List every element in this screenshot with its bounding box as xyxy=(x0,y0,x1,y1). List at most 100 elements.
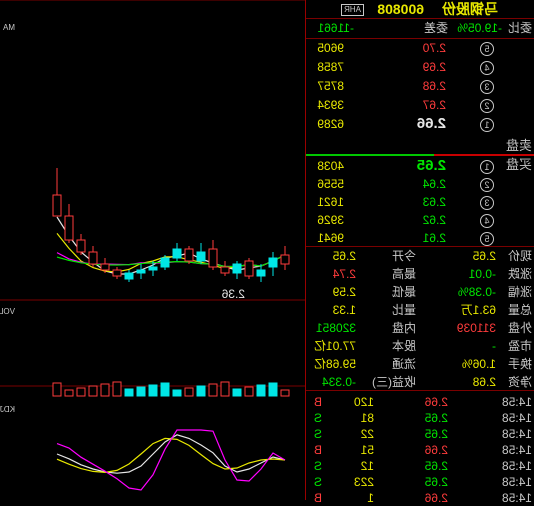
candle-body xyxy=(52,194,62,217)
low-price-label: 2.36 xyxy=(221,287,245,301)
stat-label: 涨幅 xyxy=(507,285,532,299)
buy-price[interactable]: 2.65 xyxy=(417,157,446,174)
candle-body xyxy=(208,248,218,268)
tick-time: 14:58 xyxy=(501,459,532,473)
sell-volume: 9605 xyxy=(317,41,344,55)
stock-code: 600808 xyxy=(377,1,424,17)
volume-bar xyxy=(184,387,194,397)
sell-price[interactable]: 2.70 xyxy=(423,40,446,56)
sell-price[interactable]: 2.66 xyxy=(417,115,446,132)
section-label: KDJ xyxy=(0,405,15,414)
stat-label: 收益(三) xyxy=(372,375,416,389)
candle-body xyxy=(124,272,134,280)
stat-label: 外盘 xyxy=(507,321,532,335)
sell-price[interactable]: 2.68 xyxy=(423,78,446,94)
stat-value: -0.334 xyxy=(321,375,356,389)
buy-label: 买盘 xyxy=(505,157,532,172)
stat-value: 311039 xyxy=(456,321,496,335)
candle-body xyxy=(100,263,110,271)
stat-value: 1.06% xyxy=(461,357,496,371)
candle-body xyxy=(160,257,170,268)
volume-bar xyxy=(232,388,242,397)
candle-body xyxy=(220,266,230,274)
tick-volume: 22 xyxy=(360,427,374,441)
buy-volume: 4038 xyxy=(317,159,344,173)
tick-volume: 12 xyxy=(360,459,374,473)
candle-body xyxy=(88,251,98,265)
stat-label: 量比 xyxy=(391,303,416,317)
sell-level-icon: 5 xyxy=(480,42,494,56)
weicha-value: -11661 xyxy=(317,21,354,35)
tick-price: 2.66 xyxy=(424,491,448,505)
tick-side: S xyxy=(313,411,322,425)
volume-bar xyxy=(244,386,254,397)
volume-bar xyxy=(172,389,182,397)
volume-bar xyxy=(88,385,98,397)
buy-level-icon: 1 xyxy=(480,160,494,174)
tick-price: 2.65 xyxy=(424,459,448,473)
volume-bar xyxy=(256,384,266,397)
candle-body xyxy=(76,239,86,253)
stat-value: 2.68 xyxy=(472,375,496,389)
buy-price[interactable]: 2.63 xyxy=(423,194,446,210)
volume-bar xyxy=(76,387,86,397)
sell-price[interactable]: 2.69 xyxy=(423,59,446,75)
candle-body xyxy=(232,263,242,274)
stat-label: 流通 xyxy=(391,357,416,371)
ahr-badge[interactable]: AHR xyxy=(341,4,364,16)
buy-price[interactable]: 2.64 xyxy=(423,176,446,192)
volume-bar xyxy=(52,382,62,397)
stat-value: 2.59 xyxy=(332,285,356,299)
candle-body xyxy=(148,266,158,271)
stock-name: 马钢股份 xyxy=(442,1,498,17)
stat-label: 涨跌 xyxy=(507,267,532,281)
buy-level-icon: 5 xyxy=(480,232,494,246)
volume-bar xyxy=(136,386,146,397)
sell-level-icon: 1 xyxy=(480,118,494,132)
tick-time: 14:58 xyxy=(501,491,532,505)
stat-value: 59.68亿 xyxy=(313,357,356,371)
indicator-line xyxy=(56,437,286,474)
stat-value: -0.38% xyxy=(457,285,496,299)
stat-label: 内盘 xyxy=(391,321,416,335)
stat-label: 市盈 xyxy=(507,339,532,353)
sell-price[interactable]: 2.67 xyxy=(423,97,446,113)
tick-price: 2.65 xyxy=(424,411,448,425)
tick-side: S xyxy=(313,459,322,473)
candle-body xyxy=(184,248,194,262)
volume-bar xyxy=(160,382,170,397)
sell-level-icon: 4 xyxy=(480,61,494,75)
buy-price[interactable]: 2.61 xyxy=(423,230,446,246)
sell-volume: 8757 xyxy=(317,79,344,93)
quote-panel: 委比 -19.05% 委差 -11661 5 2.70 9605 4 2.69 7858 3… xyxy=(306,18,534,505)
candle-body xyxy=(244,260,254,277)
candle-body xyxy=(196,251,206,262)
panel-divider xyxy=(305,0,306,500)
kline-chart[interactable]: 2.36 VOL KDJ MA xyxy=(0,0,305,500)
volume-bar xyxy=(100,383,110,397)
candle-body xyxy=(268,257,278,268)
mirrored-screen: 600808 马钢股份 AHR 委比 -19.05% 委差 -11661 5 2.… xyxy=(0,0,534,505)
volume-bar xyxy=(268,382,278,397)
stat-value: 63.1万 xyxy=(460,303,496,317)
volume-bar xyxy=(280,389,290,397)
buy-volume: 5556 xyxy=(317,177,344,191)
stat-value: 2.74 xyxy=(332,267,356,281)
tick-side: B xyxy=(313,443,322,457)
candle-body xyxy=(136,269,146,274)
stat-label: 今开 xyxy=(391,249,416,263)
buy-level-icon: 2 xyxy=(480,178,494,192)
candle-body xyxy=(280,254,290,265)
stock-header: 600808 马钢股份 AHR xyxy=(306,0,534,18)
tick-price: 2.66 xyxy=(424,395,448,409)
tick-side: B xyxy=(313,491,322,505)
stat-value: -0.01 xyxy=(468,267,496,281)
weibi-value: -19.05% xyxy=(457,21,502,35)
tick-time: 14:58 xyxy=(501,411,532,425)
buy-price[interactable]: 2.62 xyxy=(423,212,446,228)
weicha-label: 委差 xyxy=(423,21,448,35)
sell-level-icon: 3 xyxy=(480,80,494,94)
volume-bar xyxy=(64,389,74,397)
tick-volume: 223 xyxy=(353,475,374,489)
divider xyxy=(306,38,534,39)
